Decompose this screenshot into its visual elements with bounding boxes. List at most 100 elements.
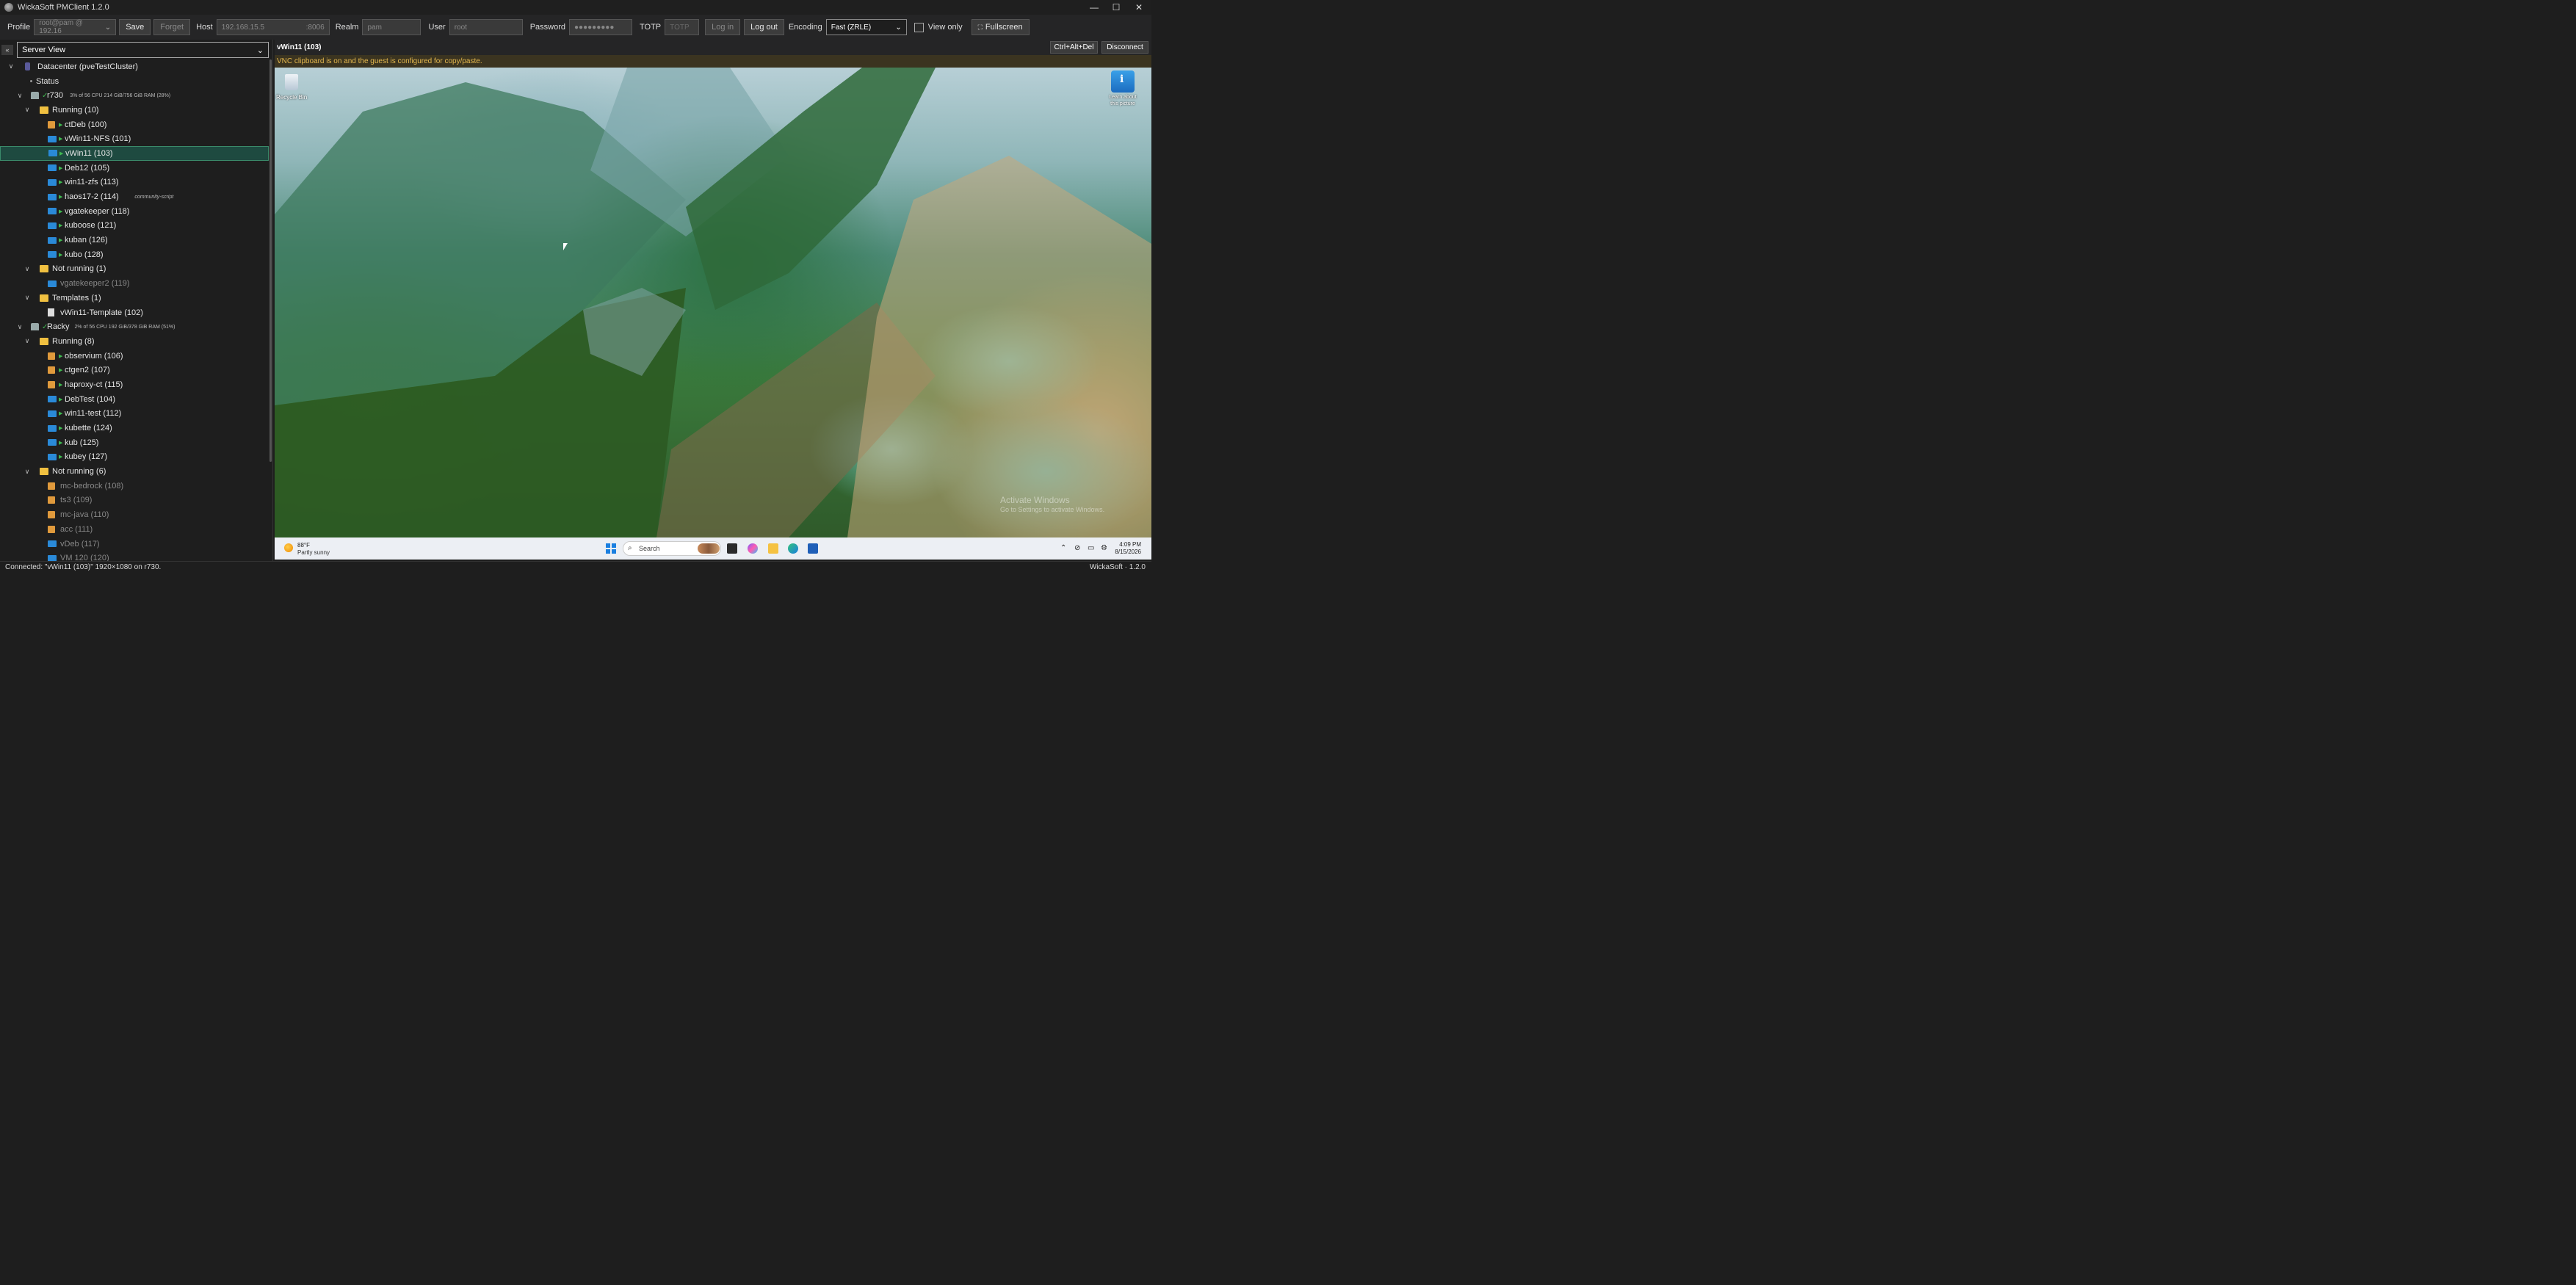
copilot-icon[interactable] [748, 543, 758, 554]
network-off-icon[interactable]: ⊘ [1074, 544, 1080, 552]
tree-item[interactable]: ▶ haos17-2 (114) community-script [0, 189, 269, 204]
chevron-down-icon[interactable]: ∨ [23, 337, 31, 345]
realm-label: Realm [335, 23, 359, 32]
tree-item[interactable]: ▶ Deb12 (105) [0, 161, 269, 175]
chevron-down-icon[interactable]: ∨ [7, 62, 15, 70]
collapse-panel-button[interactable]: « [1, 45, 13, 55]
forget-button[interactable]: Forget [153, 19, 191, 35]
activate-windows-subtitle: Go to Settings to activate Windows. [1000, 506, 1105, 513]
tree-item[interactable]: ∨ ✓ Racky 2% of 56 CPU 192 GiB/378 GiB RAM … [0, 319, 269, 334]
tree-item[interactable]: VM 120 (120) [0, 551, 269, 561]
chevron-down-icon[interactable]: ∨ [23, 294, 31, 302]
realm-input[interactable]: pam [362, 19, 422, 35]
tree-item[interactable]: ▶ ctDeb (100) [0, 117, 269, 132]
search-icon: ⌕ [628, 544, 632, 552]
chevron-down-icon[interactable]: ∨ [23, 106, 31, 114]
tree-item[interactable]: mc-bedrock (108) [0, 479, 269, 493]
tree-item[interactable]: ∨ Not running (1) [0, 262, 269, 277]
save-button[interactable]: Save [119, 19, 151, 35]
tree-item[interactable]: ▶ win11-zfs (113) [0, 175, 269, 190]
profile-select[interactable]: root@pam @ 192.16 ⌄ [34, 19, 117, 35]
minimize-button[interactable]: — [1082, 0, 1106, 15]
tree-item[interactable]: acc (111) [0, 522, 269, 537]
chevron-down-icon: ⌄ [104, 23, 112, 32]
running-icon: ▶ [59, 195, 63, 200]
totp-input[interactable]: TOTP [665, 19, 700, 35]
disconnect-button[interactable]: Disconnect [1101, 41, 1148, 54]
weather-description[interactable]: Partly sunny [297, 549, 330, 556]
tree-item[interactable]: vWin11-Template (102) [0, 305, 269, 320]
recycle-bin-icon[interactable] [282, 71, 301, 93]
windows-start-icon[interactable] [606, 543, 616, 554]
tree-item-label: observium (106) [65, 351, 123, 361]
view-only-checkbox[interactable] [913, 22, 924, 32]
vm-monitor-icon [48, 251, 57, 258]
remote-desktop-canvas[interactable] [275, 68, 1151, 537]
ctrl-alt-del-button[interactable]: Ctrl+Alt+Del [1050, 41, 1098, 54]
tree-item[interactable]: Status [0, 74, 269, 89]
tree-item[interactable]: ▶ vgatekeeper (118) [0, 204, 269, 219]
user-label: User [428, 23, 446, 32]
file-explorer-icon[interactable] [768, 543, 778, 554]
view-select[interactable]: Server View ⌄ [17, 42, 269, 58]
task-view-icon[interactable] [727, 543, 737, 554]
recycle-bin-label: Recycle Bin [276, 94, 308, 101]
tree-item[interactable]: ▶ haproxy-ct (115) [0, 377, 269, 392]
tree-item[interactable]: ∨ Not running (6) [0, 464, 269, 479]
login-button[interactable]: Log in [705, 19, 741, 35]
tree-item[interactable]: ∨ Templates (1) [0, 291, 269, 305]
weather-temperature[interactable]: 88°F [297, 542, 310, 549]
tree-item[interactable]: ▶ kuboose (121) [0, 219, 269, 234]
fullscreen-button[interactable]: ⛶ Fullscreen [971, 19, 1030, 35]
store-icon[interactable] [808, 543, 818, 554]
view-only-label: View only [927, 23, 963, 32]
tree-item[interactable]: mc-java (110) [0, 507, 269, 522]
clock-time[interactable]: 4:09 PM [1118, 541, 1141, 548]
tree-item[interactable]: ▶ observium (106) [0, 349, 269, 363]
password-label: Password [529, 23, 566, 32]
tree-item[interactable]: ▶ kubette (124) [0, 421, 269, 435]
tree-item[interactable]: ts3 (109) [0, 493, 269, 508]
password-input[interactable]: ●●●●●●●●● [569, 19, 633, 35]
container-icon [48, 482, 55, 490]
tree-item[interactable]: vDeb (117) [0, 537, 269, 551]
tree-item[interactable]: ∨ ✓ r730 3% of 56 CPU 214 GiB/756 GiB RAM (… [0, 88, 269, 103]
running-icon: ▶ [59, 122, 63, 128]
tree-item[interactable]: ▶ kuban (126) [0, 233, 269, 247]
display-icon[interactable]: ▭ [1088, 544, 1094, 552]
chevron-down-icon[interactable]: ∨ [16, 323, 23, 331]
maximize-button[interactable]: ☐ [1104, 0, 1128, 15]
tree-item[interactable]: ▶ kubo (128) [0, 247, 269, 262]
encoding-select[interactable]: Fast (ZRLE) ⌄ [825, 19, 907, 35]
chevron-down-icon[interactable]: ∨ [23, 265, 31, 273]
tree-item[interactable]: ▶ kubey (127) [0, 450, 269, 465]
chevron-down-icon[interactable]: ∨ [23, 468, 31, 476]
folder-icon [40, 294, 48, 302]
tree-item[interactable]: ▶ ctgen2 (107) [0, 363, 269, 377]
logout-button[interactable]: Log out [744, 19, 784, 35]
taskbar-search-label: Search [639, 545, 660, 552]
chevron-down-icon: ⌄ [895, 23, 902, 32]
tree-item[interactable]: ▶ vWin11 (103) [0, 146, 269, 161]
tree-item[interactable]: ▶ kub (125) [0, 435, 269, 450]
host-input[interactable]: 192.168.15.5 :8006 [216, 19, 330, 35]
vm-title: vWin11 (103) [277, 43, 322, 51]
tree-item[interactable]: vgatekeeper2 (119) [0, 276, 269, 291]
weather-icon[interactable] [284, 543, 293, 552]
tree-item[interactable]: ∨ Datacenter (pveTestCluster) [0, 59, 269, 74]
user-input[interactable]: root [449, 19, 523, 35]
tree-scrollbar[interactable] [269, 59, 272, 462]
tree-item[interactable]: ∨ Running (8) [0, 334, 269, 349]
settings-gear-icon[interactable]: ⚙ [1101, 544, 1107, 552]
tray-overflow-icon[interactable]: ⌃ [1060, 544, 1066, 552]
chevron-down-icon[interactable]: ∨ [16, 92, 23, 100]
tree-item[interactable]: ∨ Running (10) [0, 103, 269, 117]
vm-monitor-icon [48, 208, 57, 215]
edge-browser-icon[interactable] [788, 543, 798, 554]
tree-item[interactable]: ▶ vWin11-NFS (101) [0, 131, 269, 146]
learn-about-picture-icon[interactable] [1111, 70, 1135, 93]
close-window-button[interactable]: ✕ [1127, 0, 1151, 15]
tree-item[interactable]: ▶ DebTest (104) [0, 392, 269, 407]
clock-date[interactable]: 8/15/2026 [1115, 549, 1141, 555]
tree-item[interactable]: ▶ win11-test (112) [0, 407, 269, 421]
